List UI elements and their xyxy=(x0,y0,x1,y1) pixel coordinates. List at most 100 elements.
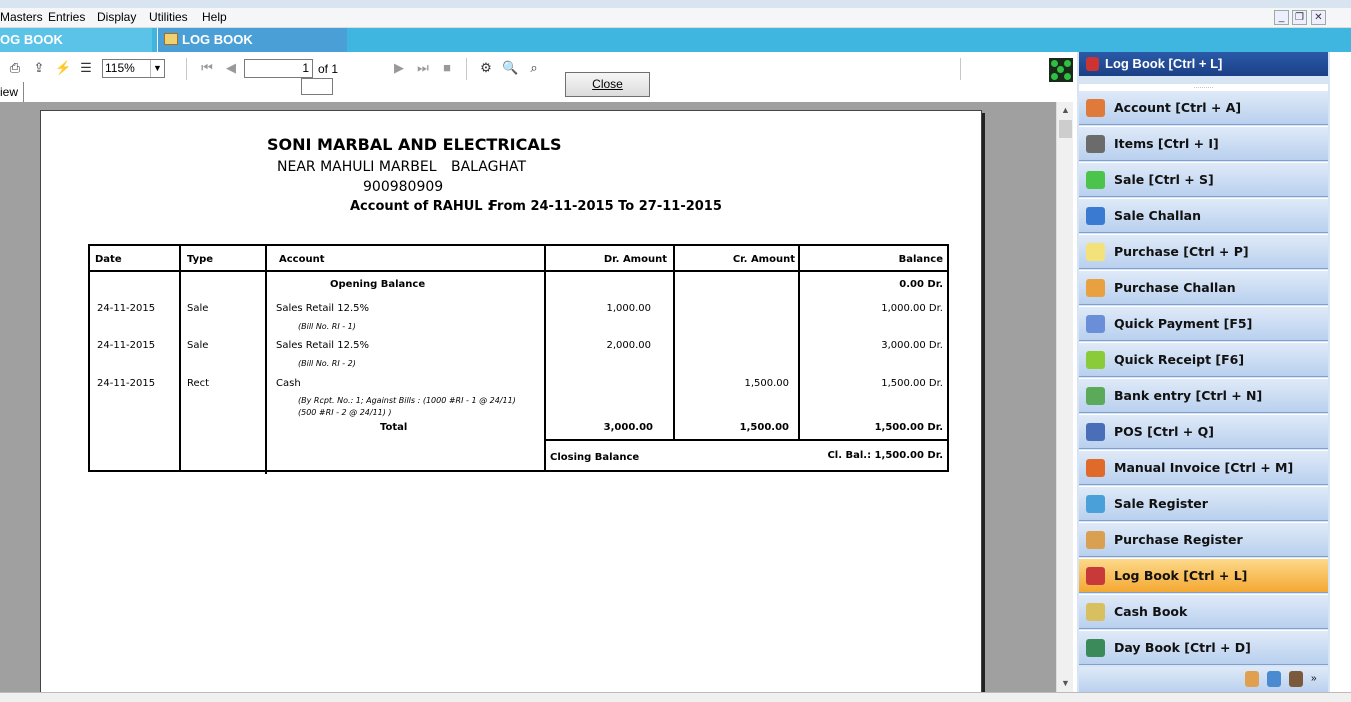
find-icon[interactable]: ⌕ xyxy=(526,60,542,76)
sidebar-item-label: Purchase Challan xyxy=(1114,280,1236,295)
prev-page-icon[interactable]: ◀ xyxy=(223,60,239,76)
row-note: (Bill No. RI - 1) xyxy=(298,322,356,331)
sidebar-item-quick-payment[interactable]: Quick Payment [F5] xyxy=(1079,306,1328,341)
menu-entries[interactable]: Entries xyxy=(48,10,85,24)
tools-icon[interactable] xyxy=(1289,671,1303,687)
opening-balance-label: Opening Balance xyxy=(330,279,426,290)
bank-entry-icon xyxy=(1086,387,1105,405)
scroll-thumb[interactable] xyxy=(1059,120,1072,138)
menu-masters[interactable]: Masters xyxy=(0,10,43,24)
close-window-icon[interactable]: ✕ xyxy=(1311,10,1326,25)
sidebar-item-label: Quick Receipt [F6] xyxy=(1114,352,1245,367)
app-logo-icon xyxy=(1049,58,1073,82)
sidebar-item-label: Account [Ctrl + A] xyxy=(1114,100,1242,115)
sale-register-icon xyxy=(1086,495,1105,513)
row-date: 24-11-2015 xyxy=(97,378,156,389)
sidebar-item-day-book[interactable]: Day Book [Ctrl + D] xyxy=(1079,630,1328,665)
zoom-select[interactable]: 115% ▼ xyxy=(102,59,165,78)
page-number-input[interactable]: 1 xyxy=(244,59,313,78)
sidebar-item-log-book[interactable]: Log Book [Ctrl + L] xyxy=(1079,558,1328,593)
row-account: Sales Retail 12.5% xyxy=(276,340,369,351)
sidebar-item-purchase-register[interactable]: Purchase Register xyxy=(1079,522,1328,557)
scroll-up-icon[interactable]: ▲ xyxy=(1057,102,1074,119)
sidebar-item-purchase[interactable]: Purchase [Ctrl + P] xyxy=(1079,234,1328,269)
stop-icon[interactable]: ■ xyxy=(439,60,455,76)
drilldown-icon[interactable]: ⚙ xyxy=(478,60,494,76)
vertical-scrollbar[interactable]: ▲ ▼ xyxy=(1056,102,1073,692)
company-phone: 900980909 xyxy=(363,179,444,195)
day-book-icon xyxy=(1086,639,1105,657)
window-right-margin xyxy=(1330,52,1351,692)
sidebar-item-label: Sale [Ctrl + S] xyxy=(1114,172,1214,187)
tab-label: OG BOOK xyxy=(0,32,63,47)
row-note: (By Rcpt. No.: 1; Against Bills : (1000 … xyxy=(298,396,516,405)
total-cr: 1,500.00 xyxy=(739,422,789,433)
row-type: Sale xyxy=(187,303,209,314)
row-note-continued: (500 #RI - 2 @ 24/11) ) xyxy=(298,408,392,417)
page-jump-box[interactable] xyxy=(301,78,333,95)
first-page-icon[interactable]: ⏮ xyxy=(199,60,215,76)
sidebar-item-sale-challan[interactable]: Sale Challan xyxy=(1079,198,1328,233)
sidebar-item-account[interactable]: Account [Ctrl + A] xyxy=(1079,90,1328,125)
closing-balance-value: Cl. Bal.: 1,500.00 Dr. xyxy=(827,450,943,461)
sidebar-item-quick-receipt[interactable]: Quick Receipt [F6] xyxy=(1079,342,1328,377)
opening-balance-value: 0.00 Dr. xyxy=(899,279,943,290)
tab-strip: OG BOOK LOG BOOK xyxy=(0,28,1351,52)
sidebar-item-items[interactable]: Items [Ctrl + I] xyxy=(1079,126,1328,161)
chevron-more-icon[interactable]: » xyxy=(1311,671,1321,687)
next-page-icon[interactable]: ▶ xyxy=(391,60,407,76)
globe-icon[interactable] xyxy=(1267,671,1281,687)
purchase-challan-icon xyxy=(1086,279,1105,297)
sidebar-item-purchase-challan[interactable]: Purchase Challan xyxy=(1079,270,1328,305)
cash-book-icon xyxy=(1086,603,1105,621)
sidebar-item-label: Purchase [Ctrl + P] xyxy=(1114,244,1249,259)
company-address: NEAR MAHULI MARBEL xyxy=(277,159,437,175)
col-header-balance: Balance xyxy=(898,254,943,265)
row-note: (Bill No. RI - 2) xyxy=(298,359,356,368)
sidebar-header-label: Log Book [Ctrl + L] xyxy=(1105,56,1223,71)
sidebar-item-label: Manual Invoice [Ctrl + M] xyxy=(1114,460,1294,475)
sidebar-item-cash-book[interactable]: Cash Book xyxy=(1079,594,1328,629)
tab-log-book[interactable]: LOG BOOK xyxy=(157,28,347,52)
quick-payment-icon xyxy=(1086,315,1105,333)
tab-log-book-prev[interactable]: OG BOOK xyxy=(0,28,152,52)
print-icon[interactable]: ⎙ xyxy=(7,60,23,76)
col-header-type: Type xyxy=(187,254,214,265)
group-tree-icon[interactable]: ☰ xyxy=(78,60,94,76)
sidebar-item-label: Sale Challan xyxy=(1114,208,1201,223)
menu-help[interactable]: Help xyxy=(202,10,227,24)
sidebar-item-sale-register[interactable]: Sale Register xyxy=(1079,486,1328,521)
row-cr: 1,500.00 xyxy=(744,378,789,389)
sidebar-item-label: Bank entry [Ctrl + N] xyxy=(1114,388,1263,403)
zoom-page-icon[interactable]: 🔍 xyxy=(502,60,518,76)
sidebar-item-bank-entry[interactable]: Bank entry [Ctrl + N] xyxy=(1079,378,1328,413)
note-icon[interactable] xyxy=(1245,671,1259,687)
total-balance: 1,500.00 Dr. xyxy=(874,422,943,433)
restore-icon[interactable]: ❐ xyxy=(1292,10,1307,25)
sidebar-item-label: Purchase Register xyxy=(1114,532,1243,547)
sidebar-item-label: Quick Payment [F5] xyxy=(1114,316,1253,331)
sidebar-item-pos[interactable]: POS [Ctrl + Q] xyxy=(1079,414,1328,449)
log-book-icon xyxy=(1086,567,1105,585)
export-icon[interactable]: ⇪ xyxy=(31,60,47,76)
ledger-table: Date Type Account Dr. Amount Cr. Amount … xyxy=(88,244,949,474)
chevron-down-icon[interactable]: ▼ xyxy=(150,60,164,77)
refresh-icon[interactable]: ⚡ xyxy=(55,60,71,76)
last-page-icon[interactable]: ⏭ xyxy=(415,60,431,76)
menu-utilities[interactable]: Utilities xyxy=(149,10,188,24)
col-header-dr: Dr. Amount xyxy=(603,254,667,265)
scroll-down-icon[interactable]: ▼ xyxy=(1057,675,1074,692)
sidebar-item-label: Cash Book xyxy=(1114,604,1188,619)
menu-display[interactable]: Display xyxy=(97,10,136,24)
sidebar-item-manual-invoice[interactable]: Manual Invoice [Ctrl + M] xyxy=(1079,450,1328,485)
row-dr: 2,000.00 xyxy=(606,340,651,351)
status-bar xyxy=(0,692,1351,702)
minimize-icon[interactable]: _ xyxy=(1274,10,1289,25)
close-button[interactable]: Close xyxy=(565,72,650,97)
purchase-icon xyxy=(1086,243,1105,261)
quick-receipt-icon xyxy=(1086,351,1105,369)
tab-label: LOG BOOK xyxy=(182,32,253,47)
account-icon xyxy=(1086,99,1105,117)
main-report-tab[interactable]: iew xyxy=(0,82,24,102)
sidebar-item-sale[interactable]: Sale [Ctrl + S] xyxy=(1079,162,1328,197)
